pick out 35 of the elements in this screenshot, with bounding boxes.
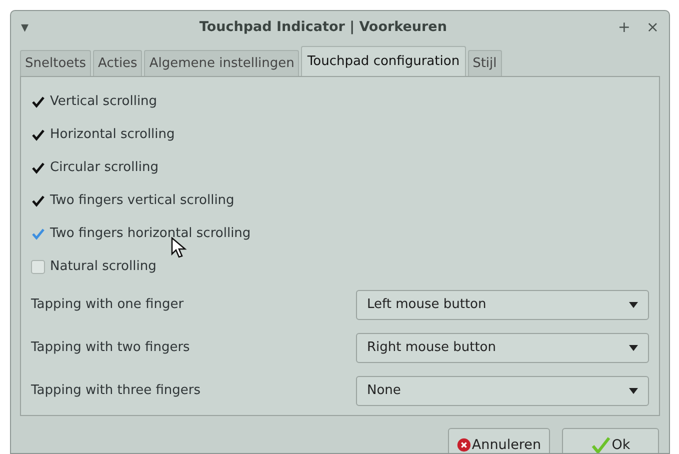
tab[interactable]: Stijl: [468, 50, 502, 76]
checkbox[interactable]: [31, 94, 45, 108]
window-button[interactable]: +: [618, 20, 630, 34]
window-menu-button[interactable]: ▾: [21, 20, 29, 34]
dropdown[interactable]: Right mouse button: [356, 332, 649, 362]
check-icon: [590, 436, 611, 453]
checkbox-label: Two fingers horizontal scrolling: [50, 224, 251, 243]
ok-button[interactable]: Ok: [562, 428, 659, 453]
checkbox[interactable]: [31, 260, 45, 274]
checkbox[interactable]: [31, 226, 45, 240]
dropdown-arrow-icon: [629, 302, 638, 308]
dropdown-arrow-icon: [629, 344, 638, 350]
setting-label: Tapping with one finger: [31, 296, 185, 314]
tab[interactable]: Acties: [93, 50, 142, 76]
checkbox[interactable]: [31, 160, 45, 174]
tab[interactable]: Sneltoets: [20, 50, 92, 76]
checkbox[interactable]: [31, 194, 45, 208]
window-title: Touchpad Indicator | Voorkeuren: [198, 18, 448, 37]
cancel-button[interactable]: Annuleren: [448, 428, 550, 453]
tab[interactable]: Touchpad configuration: [301, 46, 466, 76]
dropdown[interactable]: Left mouse button: [356, 290, 649, 320]
cancel-icon: [457, 436, 471, 453]
mouse-pointer-icon: [171, 237, 187, 259]
setting-label: Tapping with three fingers: [31, 382, 202, 400]
tab[interactable]: Algemene instellingen: [144, 50, 300, 76]
dropdown[interactable]: None: [356, 376, 649, 406]
checkbox-label: Natural scrolling: [50, 258, 156, 276]
checkbox-label: Vertical scrolling: [50, 92, 158, 111]
checkbox[interactable]: [31, 128, 45, 142]
setting-label: Tapping with two fingers: [31, 338, 191, 357]
dropdown-arrow-icon: [629, 388, 638, 394]
checkbox-label: Horizontal scrolling: [50, 126, 175, 144]
close-button[interactable]: ×: [646, 20, 659, 34]
checkbox-label: Circular scrolling: [50, 158, 158, 177]
checkbox-label: Two fingers vertical scrolling: [50, 192, 234, 210]
